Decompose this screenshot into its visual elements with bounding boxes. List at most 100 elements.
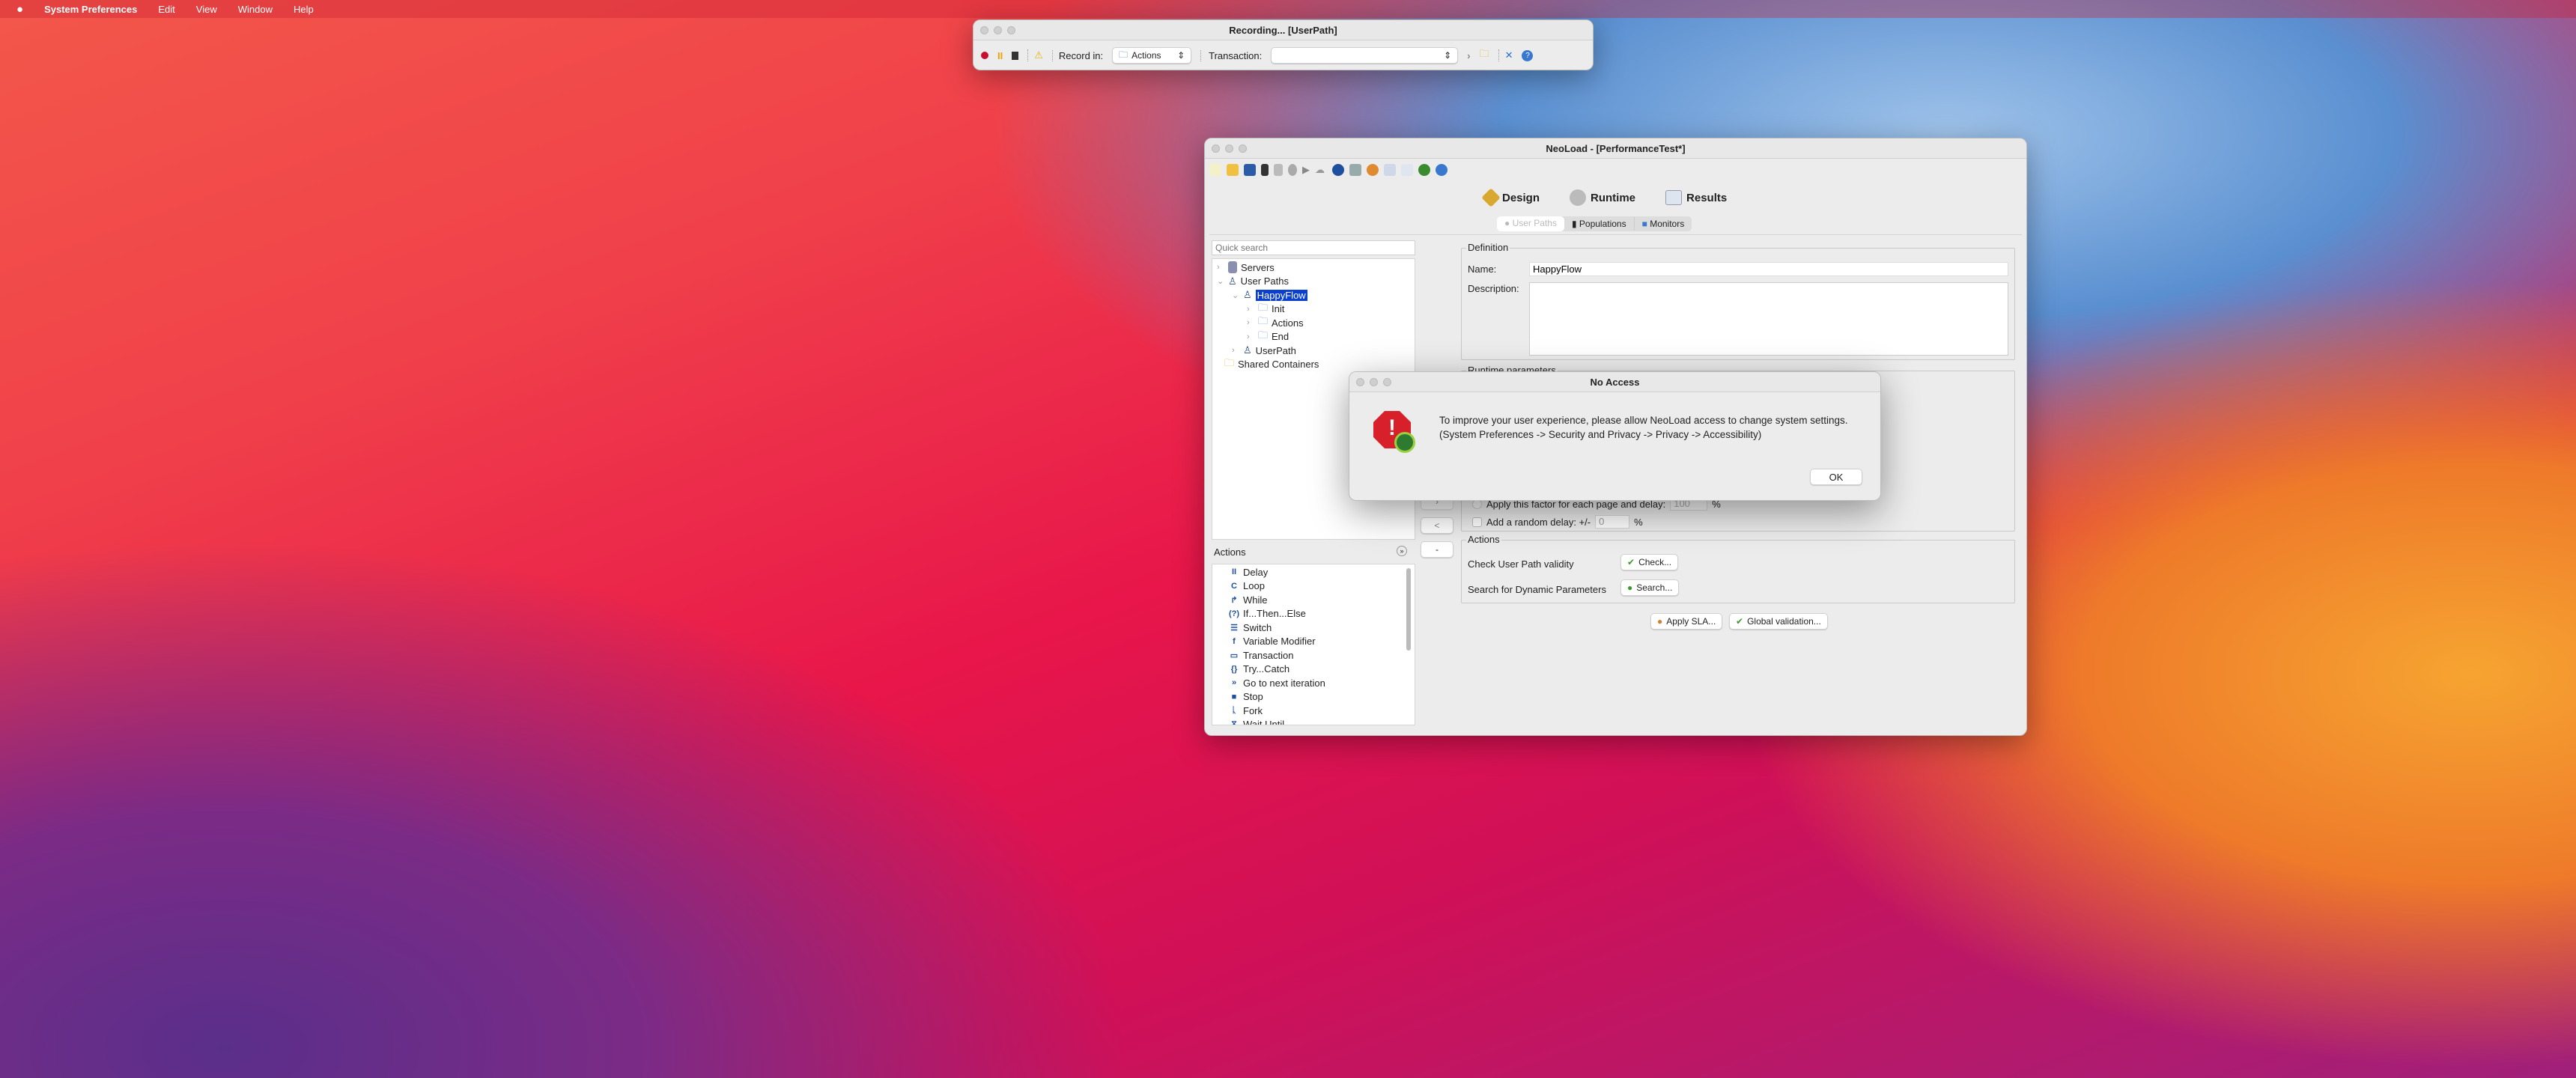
check-icon: ✔ <box>1736 616 1744 627</box>
action-item[interactable]: f Variable Modifier <box>1212 635 1415 649</box>
collapse-icon[interactable]: ✕ <box>1498 49 1513 61</box>
zoom-button[interactable] <box>1007 26 1015 34</box>
transaction-label: Transaction: <box>1200 49 1262 61</box>
menu-window[interactable]: Window <box>238 4 273 15</box>
search-button[interactable]: ● Search... <box>1620 579 1680 596</box>
tree-item-end[interactable]: › 🗀 End <box>1212 329 1415 344</box>
chart-icon <box>1665 190 1683 205</box>
warning-icon[interactable]: ⚠ <box>1027 49 1043 61</box>
cloud-icon[interactable]: ☁ <box>1315 164 1327 176</box>
menu-view[interactable]: View <box>196 4 217 15</box>
apply-sla-button[interactable]: ● Apply SLA... <box>1650 613 1723 630</box>
action-item[interactable]: (?) If...Then...Else <box>1212 607 1415 621</box>
menu-help[interactable]: Help <box>294 4 314 15</box>
help-icon[interactable] <box>1436 164 1448 176</box>
search-dynamic-icon: ● <box>1627 582 1633 593</box>
servers-icon[interactable] <box>1349 164 1361 176</box>
name-input[interactable] <box>1529 262 2008 276</box>
menu-edit[interactable]: Edit <box>158 4 174 15</box>
action-icon: II <box>1231 567 1237 577</box>
tree-item-userpath[interactable]: › ♙ UserPath <box>1212 344 1415 358</box>
sla-icon[interactable] <box>1367 164 1379 176</box>
folder-open-icon[interactable]: 🗀 <box>1480 47 1489 64</box>
action-icon: ᚳ <box>1231 706 1237 716</box>
transaction-combo[interactable]: ⇕ <box>1271 47 1459 64</box>
move-left-button[interactable]: < <box>1421 517 1453 534</box>
new-project-icon[interactable] <box>1209 164 1221 176</box>
validate-icon[interactable] <box>1401 164 1413 176</box>
mode-runtime[interactable]: Runtime <box>1570 189 1635 206</box>
search-icon[interactable] <box>1384 164 1396 176</box>
actions-scrollbar[interactable] <box>1406 568 1411 651</box>
tree-item-init[interactable]: › 🗀 Init <box>1212 302 1415 317</box>
action-item[interactable]: ᚳ Fork <box>1212 704 1415 718</box>
server-icon <box>1228 261 1237 274</box>
tree-item-user-paths[interactable]: ⌄ ♙ User Paths <box>1212 275 1415 289</box>
record-in-select[interactable]: 🗀 Actions ⇕ <box>1112 47 1192 64</box>
action-item[interactable]: ■ Stop <box>1212 690 1415 704</box>
play-icon[interactable]: ▶ <box>1302 164 1310 176</box>
ok-button[interactable]: OK <box>1810 469 1862 485</box>
neotys-icon[interactable] <box>1418 164 1430 176</box>
stop-icon[interactable] <box>1012 51 1019 60</box>
close-button[interactable] <box>980 26 988 34</box>
zoom-button[interactable] <box>1239 144 1247 153</box>
quick-search-input[interactable] <box>1212 240 1415 255</box>
check-label: Check User Path validity <box>1468 558 1574 570</box>
updown-icon: ⇕ <box>1444 50 1452 61</box>
minimize-button[interactable] <box>1370 378 1378 386</box>
pause-icon[interactable]: II <box>997 50 1003 61</box>
fx-icon[interactable] <box>1332 164 1344 176</box>
action-icon: ☰ <box>1230 623 1238 633</box>
open-project-icon[interactable] <box>1227 164 1239 176</box>
action-icon: ↱ <box>1230 595 1238 605</box>
random-delay-checkbox[interactable] <box>1472 517 1482 527</box>
action-item[interactable]: » Go to next iteration <box>1212 676 1415 690</box>
description-label: Description: <box>1468 283 1519 294</box>
mode-design[interactable]: Design <box>1481 188 1540 207</box>
next-icon[interactable]: › <box>1467 50 1470 61</box>
tree-item-actions[interactable]: › 🗀 Actions <box>1212 315 1415 330</box>
tree-item-happyflow[interactable]: ⌄ ♙ HappyFlow <box>1212 288 1415 302</box>
action-item[interactable]: ☰ Switch <box>1212 621 1415 635</box>
folder-icon: 🗀 <box>1224 356 1235 368</box>
tab-populations[interactable]: ▮ Populations <box>1564 217 1634 231</box>
percent-label: % <box>1634 516 1643 528</box>
save-icon[interactable] <box>1244 164 1256 176</box>
close-button[interactable] <box>1356 378 1364 386</box>
collapse-actions-icon[interactable]: » <box>1397 546 1407 556</box>
dialog-line-2: (System Preferences -> Security and Priv… <box>1439 429 1762 440</box>
close-button[interactable] <box>1212 144 1220 153</box>
minimize-button[interactable] <box>1225 144 1233 153</box>
check-button[interactable]: ✔ Check... <box>1620 554 1679 570</box>
check-icon[interactable] <box>1274 164 1283 176</box>
action-icon: {} <box>1230 664 1238 674</box>
tab-monitors[interactable]: ■ Monitors <box>1633 217 1692 231</box>
actions-list: II Delay C Loop ↱ While (?) If...Then...Else ☰ Sw… <box>1212 564 1415 725</box>
action-icon: ▭ <box>1230 651 1239 660</box>
description-textarea[interactable] <box>1529 282 2008 356</box>
random-delay-input[interactable]: 0 <box>1595 515 1630 529</box>
mode-results[interactable]: Results <box>1665 189 1727 206</box>
action-item[interactable]: ⧖ Wait Until <box>1212 718 1415 725</box>
apple-menu-icon[interactable]: ● <box>16 3 23 16</box>
design-icon <box>1481 188 1501 207</box>
menu-app-name[interactable]: System Preferences <box>44 4 137 15</box>
record-icon[interactable] <box>981 52 988 59</box>
action-item[interactable]: ↱ While <box>1212 593 1415 607</box>
zoom-button[interactable] <box>1383 378 1391 386</box>
action-item[interactable]: II Delay <box>1212 565 1415 579</box>
help-icon[interactable]: ? <box>1522 49 1534 61</box>
action-item[interactable]: {} Try...Catch <box>1212 663 1415 677</box>
debug-icon[interactable] <box>1288 164 1297 176</box>
minimize-button[interactable] <box>994 26 1002 34</box>
global-validation-button[interactable]: ✔ Global validation... <box>1729 613 1828 630</box>
action-icon: ⧖ <box>1231 719 1237 725</box>
tree-item-shared-containers[interactable]: 🗀 Shared Containers <box>1212 356 1415 372</box>
stop-icon[interactable] <box>1261 164 1269 176</box>
action-item[interactable]: ▭ Transaction <box>1212 648 1415 663</box>
tree-item-servers[interactable]: › Servers <box>1212 261 1415 275</box>
remove-button[interactable]: - <box>1421 541 1453 558</box>
tab-user-paths[interactable]: ● User Paths <box>1497 216 1564 231</box>
action-item[interactable]: C Loop <box>1212 579 1415 594</box>
